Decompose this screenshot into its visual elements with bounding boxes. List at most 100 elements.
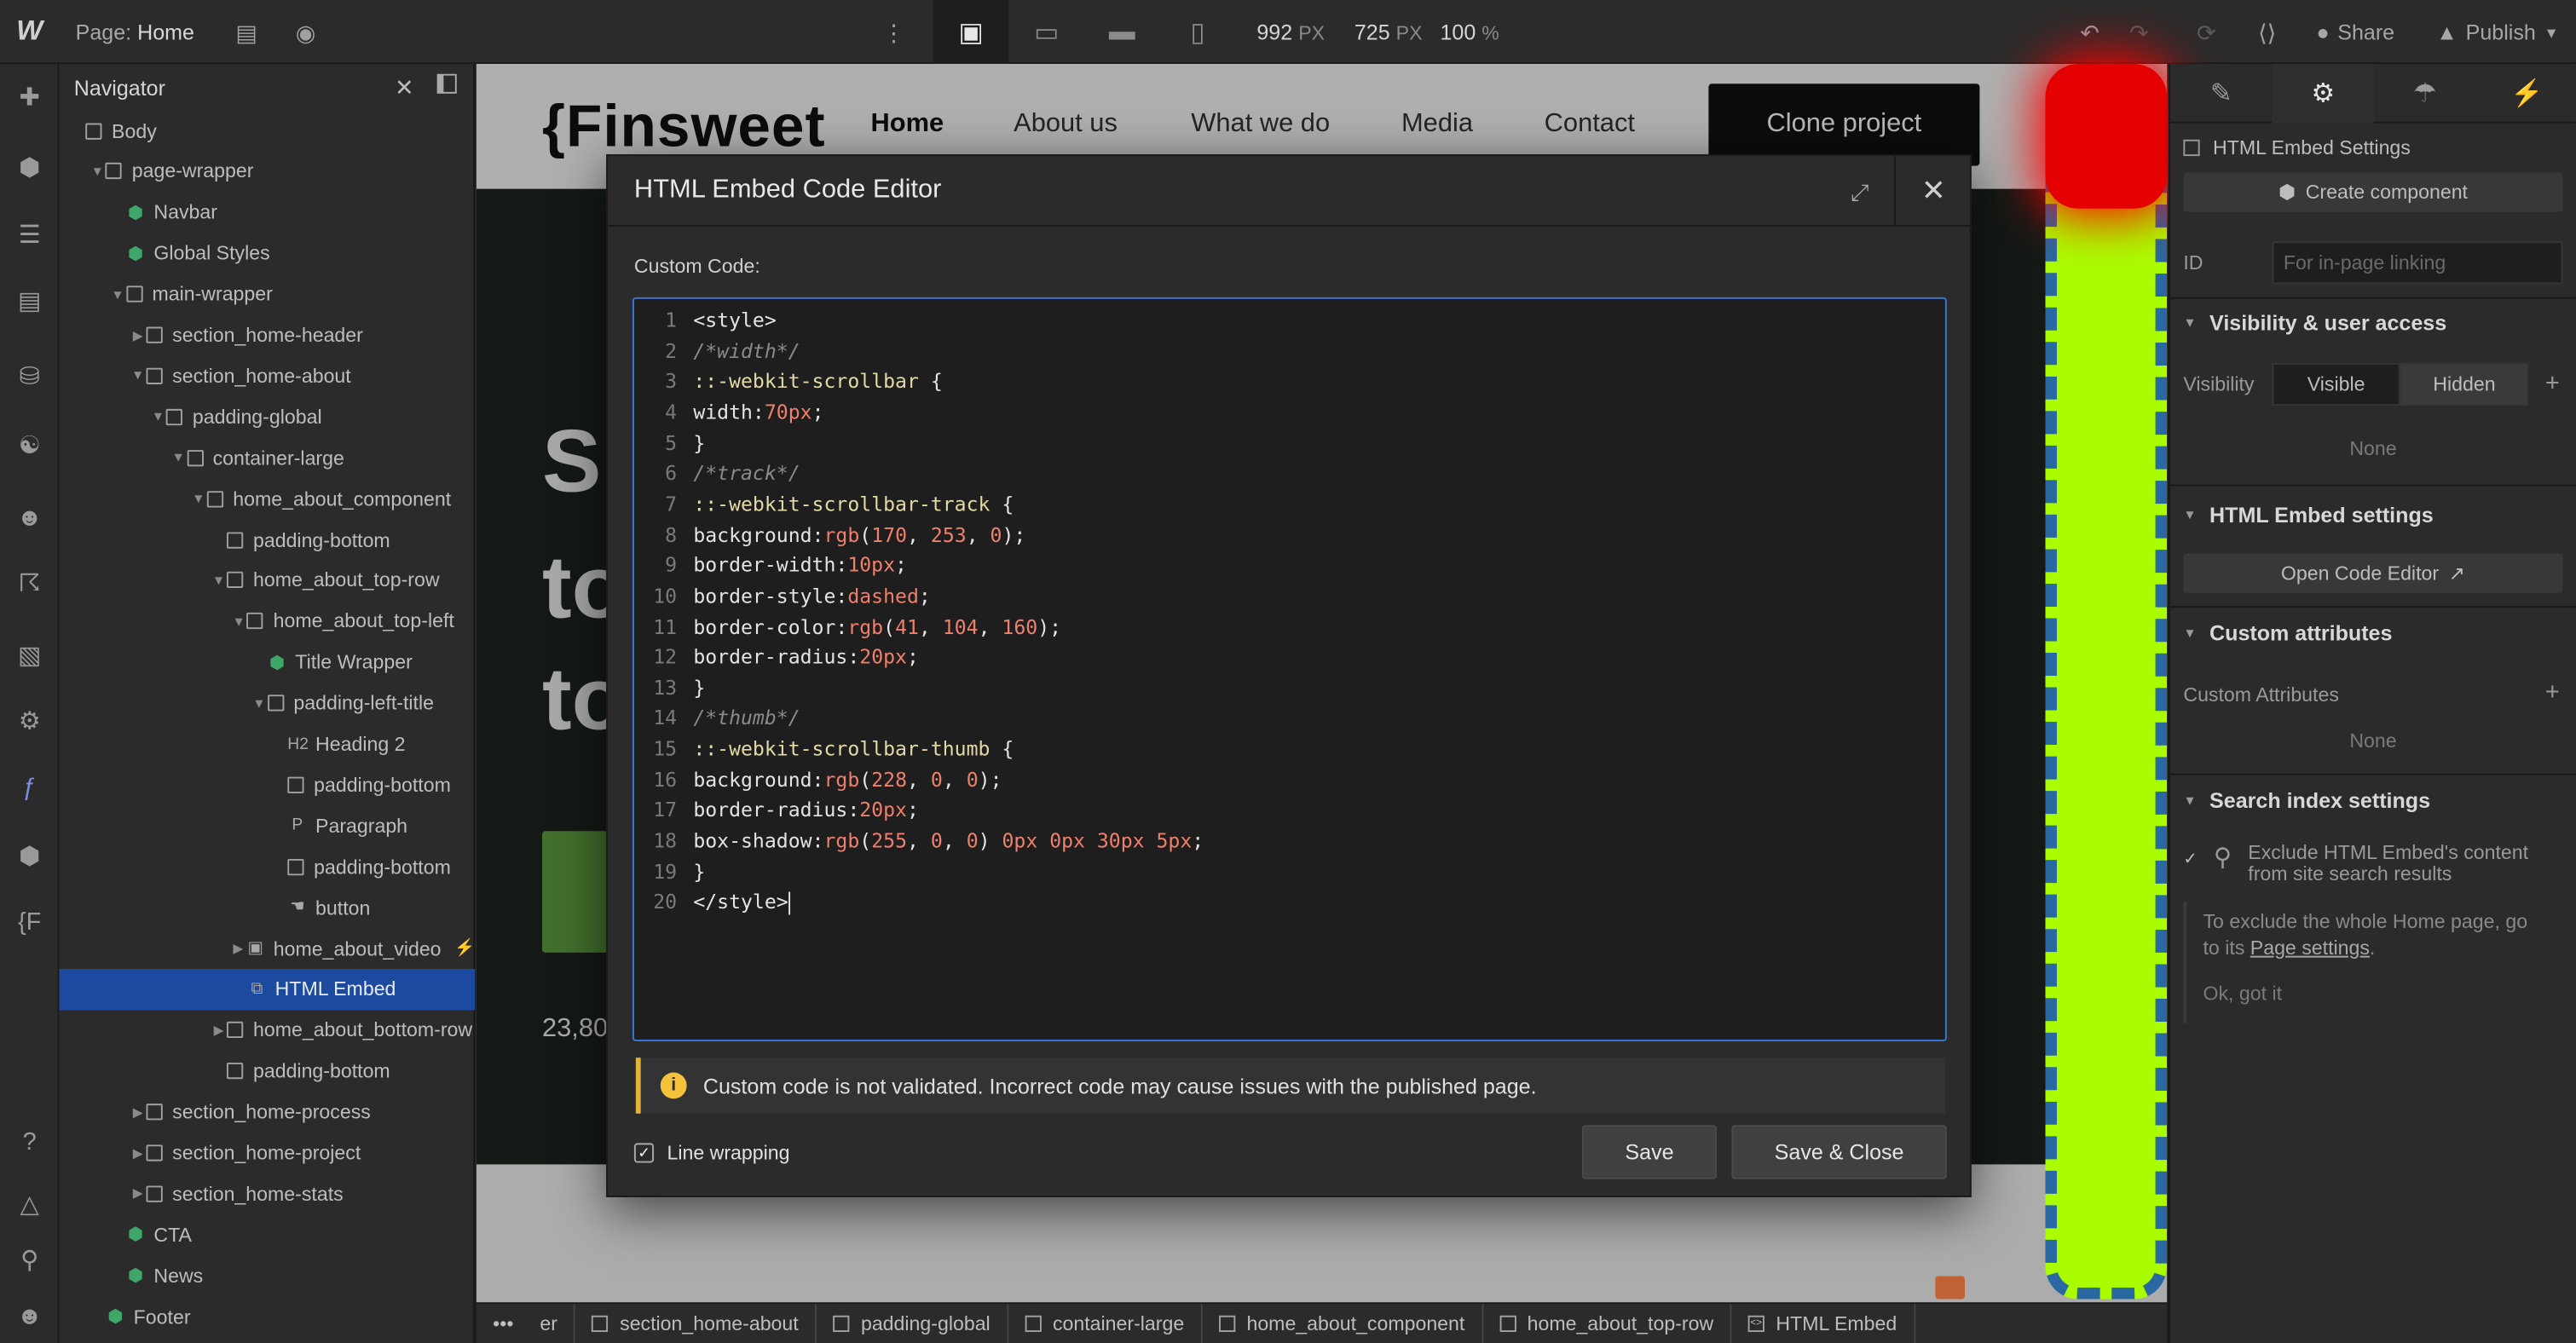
chevron-down-icon[interactable]: ▼ [90,164,106,179]
navigator-item[interactable]: ⬢ Footer [59,1296,475,1337]
page-settings-link[interactable]: Page settings [2250,937,2370,960]
navigator-item[interactable]: ☚ button [59,887,475,928]
users-icon[interactable]: ☻ [13,501,46,534]
chevron-down-icon[interactable]: ▼ [150,409,166,424]
app-integration-icon[interactable]: ƒ [13,770,46,804]
breadcrumb-item[interactable]: padding-global [817,1303,1008,1343]
custom-attributes-section-header[interactable]: ▼ Custom attributes [2183,621,2392,646]
interactions-bolt-icon[interactable]: ⚡ [2475,64,2576,123]
search-icon[interactable]: ⚲ [13,1243,46,1277]
breadcrumb-item[interactable]: container-large [1008,1303,1203,1343]
sync-icon[interactable]: ⟳ [2190,16,2223,49]
add-elements-icon[interactable]: ✚ [13,80,46,113]
breadcrumb-item[interactable]: home_about_top-row [1483,1303,1732,1343]
style-brush-icon[interactable]: ✎ [2170,64,2272,123]
share-button[interactable]: ● Share [2316,20,2394,44]
add-attribute-icon[interactable]: + [2545,678,2560,706]
chevron-down-icon[interactable]: ▼ [170,450,186,464]
navigator-item[interactable]: ⬢ Global Styles [59,233,475,274]
navigator-item[interactable]: ▶ section_home-stats [59,1173,475,1214]
navigator-item[interactable]: ▼ padding-left-title [59,683,475,723]
save-button[interactable]: Save [1581,1125,1718,1179]
more-dots-icon[interactable]: ⋮ [877,16,910,49]
code-export-icon[interactable]: ⟨⟩ [2250,16,2284,49]
chevron-down-icon[interactable]: ▼ [211,573,227,587]
navigator-icon[interactable]: ☰ [13,218,46,251]
pages-icon[interactable]: ▤ [13,284,46,317]
code-line[interactable]: 12 border-radius:20px; [634,646,1945,677]
finsweet-extension-icon[interactable]: {F [13,905,46,938]
breadcrumb-item[interactable]: er [523,1303,576,1343]
code-line[interactable]: 16 background:rgb(228, 0, 0); [634,768,1945,798]
code-line[interactable]: 14 /*thumb*/ [634,707,1945,738]
navigator-item[interactable]: padding-bottom [59,519,475,560]
navigator-item[interactable]: ⬢ Title Wrapper [59,642,475,683]
code-line[interactable]: 18 box-shadow:rgb(255, 0, 0) 0px 0px 30px… [634,829,1945,860]
preview-eye-icon[interactable]: ◉ [289,16,322,49]
style-manager-drops-icon[interactable]: ☂ [2374,64,2475,123]
chevron-right-icon[interactable]: ▶ [231,941,245,955]
navigator-item[interactable]: padding-bottom [59,764,475,805]
create-component-button[interactable]: ⬢ Create component [2183,172,2563,212]
navigator-item[interactable]: ▼ container-large [59,437,475,478]
navigator-item[interactable]: ▶ home_about_bottom-row [59,1010,475,1051]
publish-button[interactable]: ▲ Publish ▼ [2436,20,2558,44]
mobile-portrait-icon[interactable]: ▯ [1160,0,1236,64]
code-line[interactable]: 9 border-width:10px; [634,554,1945,585]
code-line[interactable]: 20 </style> [634,891,1945,921]
settings-gear-icon[interactable]: ⚙ [2272,64,2374,124]
visibility-section-header[interactable]: ▼ Visibility & user access [2183,310,2446,335]
comments-icon[interactable]: ▤ [230,16,263,49]
navigator-item[interactable]: P Paragraph [59,805,475,846]
chevron-down-icon[interactable]: ▼ [109,286,125,301]
mobile-landscape-icon[interactable]: ▬ [1084,0,1160,64]
navigator-item[interactable]: ▼ page-wrapper [59,151,475,192]
navigator-item[interactable]: ▼ home_about_component [59,478,475,519]
breadcrumb-more-icon[interactable]: ••• [477,1303,523,1343]
breadcrumb-item[interactable]: home_about_component [1202,1303,1483,1343]
save-close-button[interactable]: Save & Close [1731,1125,1947,1179]
navigator-item[interactable]: ⬢ Navbar [59,192,475,233]
line-wrapping-checkbox[interactable]: ✓ Line wrapping [633,1141,789,1164]
code-line[interactable]: 11 border-color:rgb(41, 104, 160); [634,615,1945,646]
navigator-item[interactable]: H2 Heading 2 [59,723,475,764]
close-icon[interactable]: ✕ [395,74,414,102]
code-line[interactable]: 6 /*track*/ [634,462,1945,493]
help-icon[interactable]: ? [13,1125,46,1158]
code-line[interactable]: 8 background:rgb(170, 253, 0); [634,523,1945,554]
chevron-down-icon[interactable]: ▼ [251,695,267,710]
code-line[interactable]: 13} [634,677,1945,707]
breadcrumb-item[interactable]: <> HTML Embed [1731,1303,1915,1343]
navigator-item[interactable]: ⬢ News [59,1255,475,1296]
chevron-down-icon[interactable]: ▼ [130,368,146,383]
custom-scrollbar-thumb[interactable] [2045,64,2168,209]
logic-icon[interactable]: ☯ [13,429,46,462]
chevron-right-icon[interactable]: ▶ [211,1023,227,1037]
navigator-item[interactable]: ⧉ HTML Embed [59,968,475,1011]
add-visibility-icon[interactable]: + [2545,370,2560,398]
id-input[interactable]: For in-page linking [2272,241,2563,285]
chevron-down-icon[interactable]: ▼ [231,614,247,628]
box-app-icon[interactable]: ⬢ [13,839,46,873]
navigator-item[interactable]: ▶ section_home-project [59,1133,475,1173]
navigator-item[interactable]: padding-bottom [59,1051,475,1092]
navigator-item[interactable]: ▶ ▣ home_about_video ⚡ [59,928,475,969]
page-selector[interactable]: Page: Home [76,19,194,43]
undo-icon[interactable]: ↶ [2073,16,2106,49]
navigator-item[interactable]: ⬢ CTA [59,1214,475,1255]
code-line[interactable]: 1 <style> [634,308,1945,339]
chevron-right-icon[interactable]: ▶ [130,1104,146,1119]
navigator-item[interactable]: Body [59,110,475,151]
code-line[interactable]: 19} [634,860,1945,891]
redo-icon[interactable]: ↷ [2123,16,2156,49]
breadcrumb-item[interactable]: section_home-about [575,1303,817,1343]
webflow-logo[interactable]: W [0,0,59,63]
ok-got-it-link[interactable]: Ok, got it [2203,981,2546,1007]
navigator-item[interactable]: padding-bottom [59,846,475,887]
navigator-item[interactable]: ▼ padding-global [59,396,475,437]
code-line[interactable]: 7::-webkit-scrollbar-track { [634,493,1945,523]
chevron-right-icon[interactable]: ▶ [130,327,146,342]
search-index-section-header[interactable]: ▼ Search index settings [2183,788,2430,813]
custom-scrollbar-track[interactable] [2045,64,2168,1300]
code-editor[interactable]: 1 <style> 2 /*width*/3::-webkit-scrollbar {… [632,297,1947,1041]
